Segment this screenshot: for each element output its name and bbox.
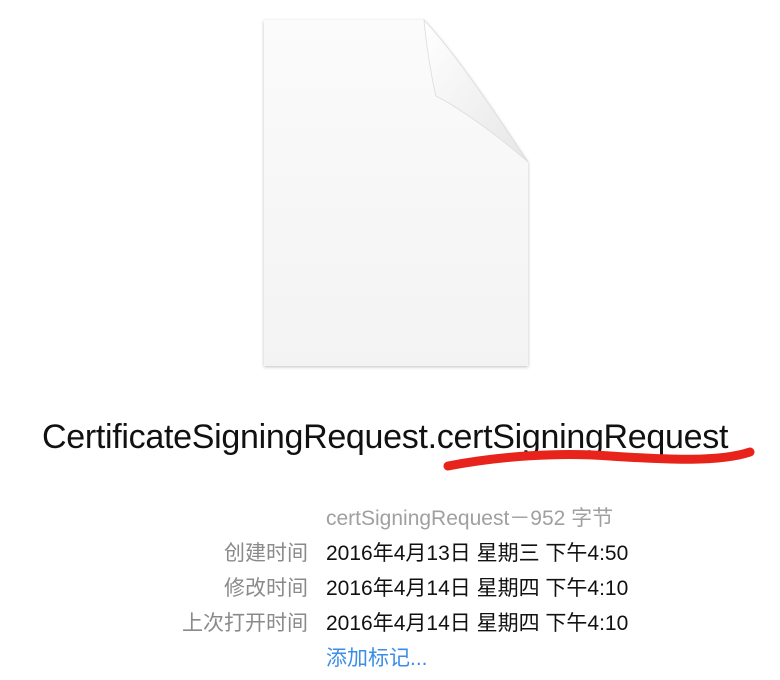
modified-value: 2016年4月14日 星期四 下午4:10 (326, 577, 629, 600)
created-value: 2016年4月13日 星期三 下午4:50 (326, 542, 629, 565)
last-opened-value: 2016年4月14日 星期四 下午4:10 (326, 612, 629, 635)
red-underline-annotation (443, 447, 755, 471)
created-row: 创建时间 2016年4月13日 星期三 下午4:50 (0, 537, 780, 571)
last-opened-row: 上次打开时间 2016年4月14日 星期四 下午4:10 (0, 607, 780, 641)
file-info-panel: CertificateSigningRequest.certSigningReq… (0, 0, 780, 680)
add-tags-link[interactable]: 添加标记... (326, 642, 428, 672)
modified-label: 修改时间 (224, 577, 308, 600)
file-name-base: CertificateSigningRequest (42, 418, 428, 456)
modified-row: 修改时间 2016年4月14日 星期四 下午4:10 (0, 572, 780, 606)
blank-document-icon (264, 18, 529, 366)
last-opened-label: 上次打开时间 (182, 612, 308, 635)
file-kind-size: certSigningRequest－952 字节 (326, 507, 614, 530)
created-label: 创建时间 (224, 542, 308, 565)
kind-row: certSigningRequest－952 字节 (0, 502, 780, 536)
